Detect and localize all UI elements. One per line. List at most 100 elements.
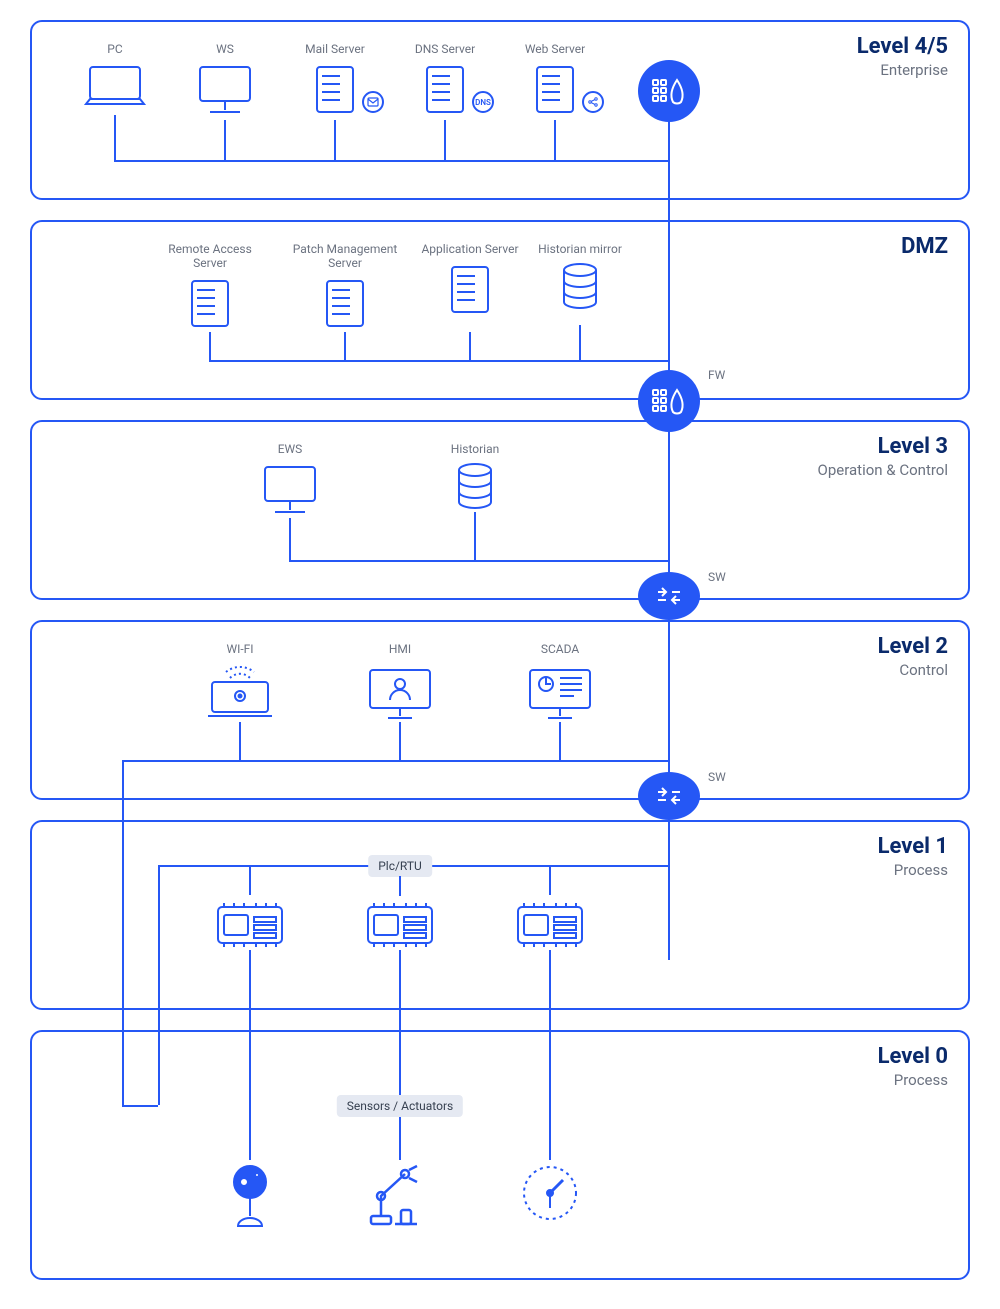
drop-ws [224,120,226,160]
label-ews: EWS [245,442,335,456]
level-4-5-box: Level 4/5 Enterprise [30,20,970,200]
label-hmi: HMI [350,642,450,656]
drop-wifi [239,722,241,760]
node-app-server: Application Server [420,242,520,317]
label-sw-1: SW [708,570,726,584]
level-2-title: Level 2 Control [878,634,948,679]
server-icon [285,276,405,331]
drop-hmirror [579,325,581,360]
plc-rtu-tag: Plc/RTU [368,855,432,877]
label-scada: SCADA [510,642,610,656]
drop-plc2-top [399,876,401,896]
level-2-subtitle: Control [878,661,948,679]
server-icon [155,276,265,331]
node-scada: SCADA [510,642,610,722]
label-web: Web Server [510,42,600,56]
node-patch-mgmt: Patch Management Server [285,242,405,331]
level-3-name: Level 3 [818,434,948,459]
workstation-icon [245,462,335,517]
dmz-title: DMZ [901,234,948,259]
bus-l3 [289,560,670,562]
node-dns-server: DNS Server DNS [400,42,490,117]
label-ws: WS [180,42,270,56]
firewall-icon [638,60,700,122]
drop-dns [444,120,446,160]
level-1-name: Level 1 [878,834,948,859]
level-2-name: Level 2 [878,634,948,659]
drop-pms [344,332,346,360]
node-wifi: WI-FI [190,642,290,722]
bus-l45 [114,160,670,162]
level-1-subtitle: Process [878,861,948,879]
node-plc-1 [200,895,300,951]
switch-icon [638,772,700,820]
server-icon: DNS [400,62,490,117]
label-ras: Remote Access Server [155,242,265,270]
wifi-laptop-icon [190,662,290,722]
label-mail: Mail Server [290,42,380,56]
level-4-5-name: Level 4/5 [857,34,948,59]
switch-icon [638,572,700,620]
label-app: Application Server [420,242,520,256]
server-icon [420,262,520,317]
rail-join [122,1105,158,1107]
node-remote-access: Remote Access Server [155,242,265,331]
level-3-title: Level 3 Operation & Control [818,434,948,479]
database-icon [430,462,520,512]
sensors-actuators-tag: Sensors / Actuators [337,1095,463,1117]
database-icon [535,262,625,312]
dmz-name: DMZ [901,234,948,259]
plc-icon [350,895,450,951]
label-hmirror: Historian mirror [535,242,625,256]
node-sensor-camera [210,1160,290,1230]
camera-sensor-icon [210,1160,290,1230]
workstation-icon [180,62,270,117]
purdue-model-diagram: Level 4/5 Enterprise PC WS Mail Server [0,0,1000,1309]
node-pc: PC [70,42,160,112]
node-gauge [510,1160,590,1226]
level-1-title: Level 1 Process [878,834,948,879]
drop-plc1-top [249,865,251,895]
level-2-box: Level 2 Control [30,620,970,800]
drop-scada [559,722,561,760]
label-pms: Patch Management Server [285,242,405,270]
drop-plc3-top [549,865,551,895]
drop-pc [114,115,116,160]
node-historian-mirror: Historian mirror [535,242,625,312]
drop-mail [334,120,336,160]
label-pc: PC [70,42,160,56]
node-plc-3 [500,895,600,951]
drop-sw-l1 [668,820,670,865]
robot-arm-icon [360,1160,440,1230]
scada-monitor-icon [510,662,610,722]
level-4-5-title: Level 4/5 Enterprise [857,34,948,79]
level-0-name: Level 0 [878,1044,948,1069]
level-0-title: Level 0 Process [878,1044,948,1089]
node-hmi: HMI [350,642,450,722]
node-mail-server: Mail Server [290,42,380,117]
label-dns: DNS Server [400,42,490,56]
drop-ras [209,332,211,360]
node-historian: Historian [430,442,520,512]
node-plc-2 [350,895,450,951]
drop-web [554,120,556,160]
server-icon [290,62,380,117]
bus-l2 [122,760,670,762]
share-badge-icon [582,91,604,113]
laptop-icon [70,62,160,112]
plc-icon [500,895,600,951]
level-3-subtitle: Operation & Control [818,461,948,479]
drop-ews [289,518,291,560]
server-icon [510,62,600,117]
node-actuator-robot [360,1160,440,1230]
node-web-server: Web Server [510,42,600,117]
label-sw-2: SW [708,770,726,784]
bus-dmz [209,360,670,362]
mail-badge-icon [362,91,384,113]
drop-app [469,332,471,360]
label-wifi: WI-FI [190,642,290,656]
label-fw: FW [708,368,725,382]
node-ws: WS [180,42,270,117]
plc-icon [200,895,300,951]
drop-historian [474,512,476,560]
